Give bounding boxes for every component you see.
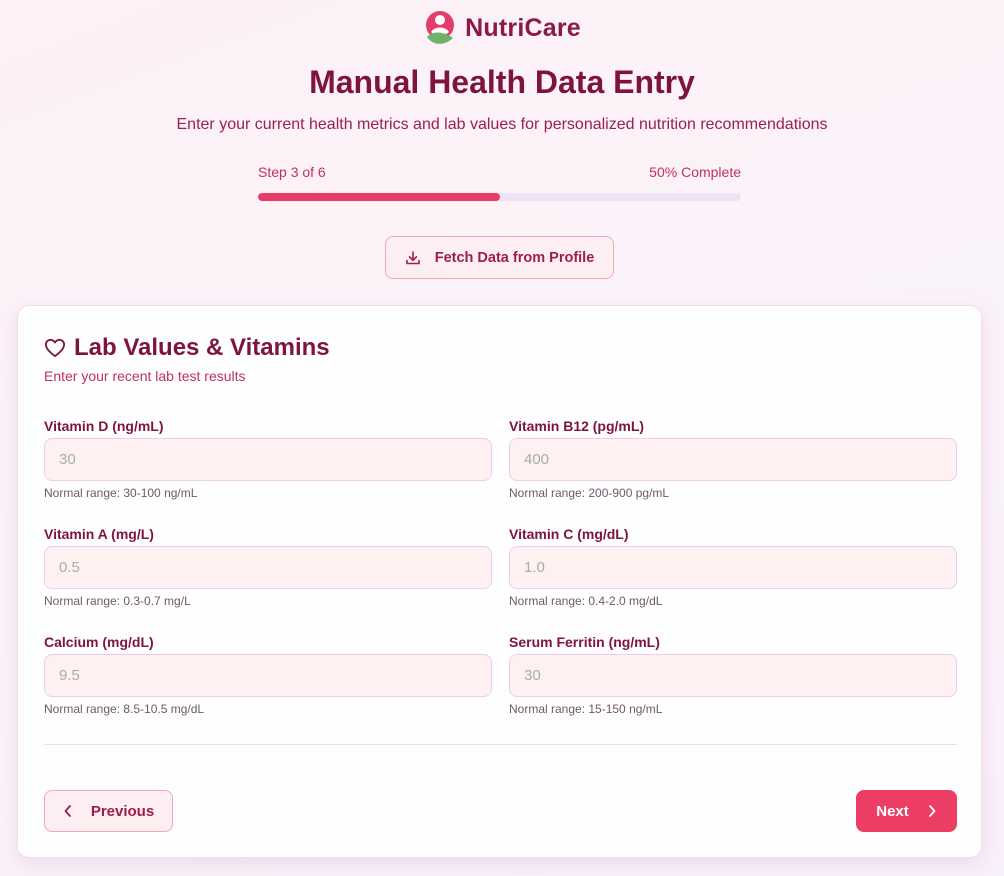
field-label: Vitamin A (mg/L) <box>44 526 154 542</box>
field-label: Vitamin C (mg/dL) <box>509 526 629 542</box>
brand-logo: NutriCare <box>0 10 1004 46</box>
previous-button[interactable]: Previous <box>44 790 173 832</box>
divider <box>44 744 957 745</box>
next-label: Next <box>876 802 909 820</box>
vitamin-b12-input[interactable] <box>509 438 957 481</box>
field-hint: Normal range: 8.5-10.5 mg/dL <box>44 702 205 716</box>
field-vitamin-a: Vitamin A (mg/L) Normal range: 0.3-0.7 m… <box>44 526 492 608</box>
field-label: Vitamin D (ng/mL) <box>44 418 164 434</box>
card-subtitle: Enter your recent lab test results <box>44 368 246 384</box>
previous-label: Previous <box>90 802 155 820</box>
field-vitamin-c: Vitamin C (mg/dL) Normal range: 0.4-2.0 … <box>509 526 957 608</box>
vitamin-a-input[interactable] <box>44 546 492 589</box>
page-subtitle: Enter your current health metrics and la… <box>176 116 828 133</box>
progress-fill <box>258 193 500 201</box>
heart-icon <box>45 338 65 358</box>
progress-bar <box>258 193 741 201</box>
field-hint: Normal range: 15-150 ng/mL <box>509 702 663 716</box>
percent-label: 50% Complete <box>649 164 741 180</box>
field-vitamin-b12: Vitamin B12 (pg/mL) Normal range: 200-90… <box>509 418 957 500</box>
page-title: Manual Health Data Entry <box>309 64 695 100</box>
progress-section: Step 3 of 6 50% Complete <box>258 164 741 201</box>
vitamin-c-input[interactable] <box>509 546 957 589</box>
field-calcium: Calcium (mg/dL) Normal range: 8.5-10.5 m… <box>44 634 492 716</box>
fetch-profile-button[interactable]: Fetch Data from Profile <box>385 236 614 279</box>
field-serum-ferritin: Serum Ferritin (ng/mL) Normal range: 15-… <box>509 634 957 716</box>
fetch-profile-label: Fetch Data from Profile <box>434 249 595 266</box>
lab-values-card: Lab Values & Vitamins Enter your recent … <box>17 305 982 858</box>
card-title-text: Lab Values & Vitamins <box>74 334 330 361</box>
chevron-left-icon <box>64 805 71 817</box>
field-hint: Normal range: 200-900 pg/mL <box>509 486 670 500</box>
field-label: Vitamin B12 (pg/mL) <box>509 418 645 434</box>
download-icon <box>405 250 420 264</box>
field-vitamin-d: Vitamin D (ng/mL) Normal range: 30-100 n… <box>44 418 492 500</box>
calcium-input[interactable] <box>44 654 492 697</box>
logo-icon <box>426 11 455 44</box>
next-button[interactable]: Next <box>856 790 957 832</box>
field-hint: Normal range: 0.3-0.7 mg/L <box>44 594 191 608</box>
field-label: Serum Ferritin (ng/mL) <box>509 634 660 650</box>
chevron-right-icon <box>928 805 936 817</box>
vitamin-d-input[interactable] <box>44 438 492 481</box>
step-label: Step 3 of 6 <box>258 164 326 180</box>
field-hint: Normal range: 30-100 ng/mL <box>44 486 198 500</box>
serum-ferritin-input[interactable] <box>509 654 957 697</box>
field-hint: Normal range: 0.4-2.0 mg/dL <box>509 594 663 608</box>
card-title: Lab Values & Vitamins <box>44 334 330 362</box>
brand-name: NutriCare <box>465 13 581 42</box>
field-label: Calcium (mg/dL) <box>44 634 154 650</box>
